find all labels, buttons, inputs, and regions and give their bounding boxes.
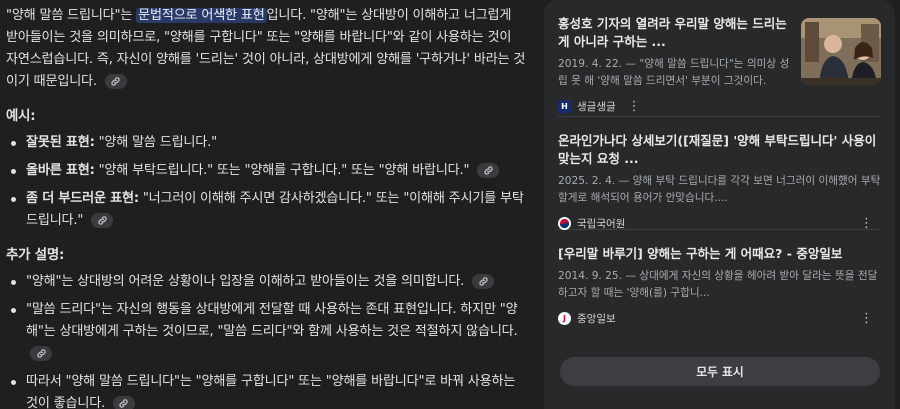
favicon-icon: H [558,100,571,113]
source-title[interactable]: 홍성호 기자의 열려라 우리말 양해는 드리는 게 아니라 구하는 ... [558,15,795,51]
source-link-icon[interactable] [112,396,135,409]
examples-heading: 예시: [6,109,36,124]
source-link-icon[interactable] [477,163,500,178]
show-all-button[interactable]: 모두 표시 [560,357,880,386]
list-item: 좀 더 부드러운 표현: "너그러이 이해해 주시면 감사하겠습니다." 또는 … [6,188,526,232]
favicon-icon: J [558,312,571,325]
favicon-icon [558,217,571,230]
extra-list: "양해"는 상대방의 어려운 상황이나 입장을 이해하고 받아들이는 것을 의미… [6,271,526,409]
list-item: "말씀 드리다"는 자신의 행동을 상대방에게 전달할 때 사용하는 존대 표현… [6,299,526,365]
extra-heading: 추가 설명: [6,248,65,263]
sources-panel: 홍성호 기자의 열려라 우리말 양해는 드리는 게 아니라 구하는 ... 20… [544,0,895,409]
source-site: 생글생글 [577,101,616,113]
example-text: "양해 부탁드립니다." 또는 "양해를 구합니다." 또는 "양해 바랍니다.… [94,163,470,178]
extra-text: 따라서 "양해 말씀 드립니다"는 "양해를 구합니다" 또는 "양해를 바랍니… [26,374,516,409]
source-snippet: 2014. 9. 25. — 상대에게 자신의 상황을 헤아려 받아 달라는 뜻… [558,270,878,299]
source-card[interactable]: [우리말 바루기] 양해는 구하는 게 어때요? - 중앙일보 2014. 9.… [558,230,881,335]
source-card[interactable]: 온라인가나다 상세보기([재질문] '양해 부탁드립니다' 사용이 맞는지 요청… [558,117,881,230]
source-link-icon[interactable] [30,346,52,361]
source-link-icon[interactable] [472,274,495,289]
example-label: 잘못된 표현: [26,135,95,150]
list-item: "양해"는 상대방의 어려운 상황이나 입장을 이해하고 받아들이는 것을 의미… [6,271,526,293]
list-item: 잘못된 표현: "양해 말씀 드립니다." [6,132,526,154]
source-site: 중앙일보 [577,313,616,325]
highlighted-phrase[interactable]: 문법적으로 어색한 표현 [136,8,267,23]
extra-text: "양해"는 상대방의 어려운 상황이나 입장을 이해하고 받아들이는 것을 의미… [26,274,465,289]
more-vert-icon[interactable]: ⋮ [860,312,873,325]
source-link-icon[interactable] [91,213,114,228]
source-site: 국립국어원 [577,218,626,230]
source-title[interactable]: 온라인가나다 상세보기([재질문] '양해 부탁드립니다' 사용이 맞는지 요청… [558,132,881,168]
source-title[interactable]: [우리말 바루기] 양해는 구하는 게 어때요? - 중앙일보 [558,245,881,263]
intro-paragraph: "양해 말씀 드립니다"는 문법적으로 어색한 표현 입니다. "양해"는 상대방… [6,5,526,93]
more-vert-icon[interactable]: ⋮ [860,217,873,230]
list-item: 따라서 "양해 말씀 드립니다"는 "양해를 구합니다" 또는 "양해를 바랍니… [6,371,526,409]
more-vert-icon[interactable]: ⋮ [628,100,641,113]
intro-text-start: "양해 말씀 드립니다"는 [6,8,137,23]
source-card[interactable]: 홍성호 기자의 열려라 우리말 양해는 드리는 게 아니라 구하는 ... 20… [558,0,881,117]
example-label: 올바른 표현: [26,163,95,178]
ai-answer: "양해 말씀 드립니다"는 문법적으로 어색한 표현 입니다. "양해"는 상대방… [6,0,526,409]
example-label: 좀 더 부드러운 표현: [26,191,139,206]
examples-list: 잘못된 표현: "양해 말씀 드립니다." 올바른 표현: "양해 부탁드립니다… [6,132,526,232]
source-snippet: 2025. 2. 4. — 양해 부탁 드립니다를 각각 보면 너그러이 이해했… [558,175,881,204]
source-link-icon[interactable] [104,74,127,89]
extra-text: "말씀 드리다"는 자신의 행동을 상대방에게 전달할 때 사용하는 존대 표현… [26,302,518,339]
example-text: "양해 말씀 드립니다." [94,135,218,150]
list-item: 올바른 표현: "양해 부탁드립니다." 또는 "양해를 구합니다." 또는 "… [6,160,526,182]
source-snippet: 2019. 4. 22. — "양해 말씀 드립니다"는 의미상 성립 못 해 … [558,58,790,87]
news-thumbnail[interactable] [801,18,881,85]
